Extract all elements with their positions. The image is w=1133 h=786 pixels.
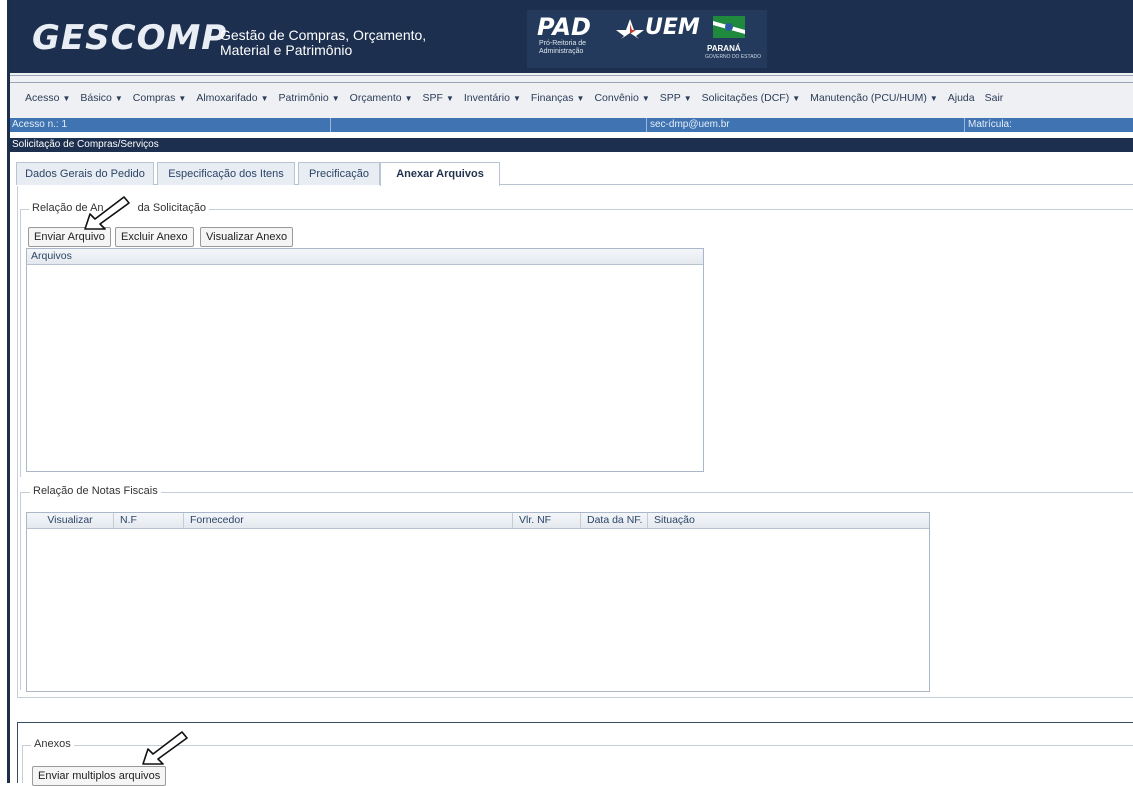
menu-label: Ajuda [947,92,975,104]
menu-orcamento[interactable]: Orçamento ▼ [345,91,418,106]
menu-convenio[interactable]: Convênio ▼ [589,91,654,106]
menu-label: Almoxarifado [196,92,258,104]
notas-fieldset-left [20,492,21,690]
menu-inventario[interactable]: Inventário ▼ [459,91,526,106]
pad-logo-subtitle: Pró-Reitoria de Administração [539,40,587,55]
tab-dados-gerais[interactable]: Dados Gerais do Pedido [16,162,154,185]
anexos-bottom-fieldset-left [22,745,23,783]
caret-down-icon: ▼ [576,94,585,103]
caret-down-icon: ▼ [331,94,340,103]
parana-logo: PARANÁ [707,44,741,53]
tab-anexar-arquivos[interactable]: Anexar Arquivos [380,162,500,186]
menu-spp[interactable]: SPP ▼ [655,91,697,106]
brand-logo: GESCOMP [32,18,228,58]
uem-logo: UEM [645,15,700,40]
tab-bar: Dados Gerais do Pedido Especificação dos… [10,152,1133,186]
legend-text-end: da Solicitação [137,202,207,214]
menu-patrimonio[interactable]: Patrimônio ▼ [274,91,345,106]
col-fornecedor[interactable]: Fornecedor [184,513,513,528]
menu-band: Acesso ▼ Básico ▼ Compras ▼ Almoxarifado ▼ P… [10,70,1133,121]
menu-label: Manutenção (PCU/HUM) [810,92,927,104]
status-matricula: Matrícula: [968,119,1012,130]
menu-basico[interactable]: Básico ▼ [75,91,127,106]
anexos-fieldset-left [20,209,21,477]
status-divider [646,118,647,132]
parana-flag-icon [713,16,745,38]
menu-label: Sair [984,92,1004,104]
arquivos-grid-header: Arquivos [27,249,703,265]
enviar-multiplos-arquivos-button[interactable]: Enviar multiplos arquivos [32,766,167,786]
col-nf[interactable]: N.F [114,513,184,528]
caret-down-icon: ▼ [114,94,123,103]
menu-divider [10,75,1133,83]
col-data-nf[interactable]: Data da NF. [581,513,648,528]
status-email: sec-dmp@uem.br [650,119,730,130]
menu-label: Compras [132,92,176,104]
caret-down-icon: ▼ [445,94,454,103]
menu-sair[interactable]: Sair [980,91,1009,106]
panel-left-border [17,186,18,698]
caret-down-icon: ▼ [792,94,801,103]
brand-tagline: Gestão de Compras, Orçamento, Material e… [220,27,427,58]
menu-almoxarifado[interactable]: Almoxarifado ▼ [191,91,273,106]
notas-fieldset-line [20,492,1133,493]
menu-financas[interactable]: Finanças ▼ [526,91,590,106]
anexos-panel-top [17,722,1133,723]
menu-compras[interactable]: Compras ▼ [128,91,192,106]
menu-label: SPP [659,92,681,104]
col-situacao[interactable]: Situação [648,513,926,528]
menu-label: Solicitações (DCF) [701,92,790,104]
caret-down-icon: ▼ [641,94,650,103]
arrow-pointer-icon [84,196,130,230]
caret-down-icon: ▼ [512,94,521,103]
main-menu: Acesso ▼ Básico ▼ Compras ▼ Almoxarifado ▼ P… [20,91,1008,106]
menu-label: Acesso [25,92,60,104]
menu-label: Orçamento [349,92,402,104]
status-divider [330,118,331,132]
menu-manutencao[interactable]: Manutenção (PCU/HUM) ▼ [805,91,943,106]
uem-star-icon [616,19,644,39]
status-divider [964,118,965,132]
institution-logos: PAD Pró-Reitoria de Administração UEM PA… [527,10,767,68]
caret-down-icon: ▼ [62,94,71,103]
tab-precificacao[interactable]: Precificação [298,162,380,185]
menu-label: Convênio [594,92,639,104]
menu-label: Patrimônio [278,92,329,104]
notas-grid: Visualizar N.F Fornecedor Vlr. NF Data d… [26,512,930,692]
col-arquivos[interactable]: Arquivos [27,250,72,262]
col-vlr-nf[interactable]: Vlr. NF [513,513,581,528]
status-bar: Acesso n.: 1 sec-dmp@uem.br Matrícula: [10,118,1133,132]
menu-solicitacoes-dcf[interactable]: Solicitações (DCF) ▼ [697,91,805,106]
caret-down-icon: ▼ [929,94,938,103]
caret-down-icon: ▼ [683,94,692,103]
notas-legend: Relação de Notas Fiscais [30,485,161,497]
app-header: GESCOMP Gestão de Compras, Orçamento, Ma… [10,0,1133,70]
parana-logo-subtitle: GOVERNO DO ESTADO [705,54,762,60]
tab-especificacao-itens[interactable]: Especificação dos Itens [157,162,295,185]
pad-logo: PAD [537,13,591,41]
form-title: Solicitação de Compras/Serviços [10,138,1133,152]
menu-label: Inventário [463,92,510,104]
anexos-bottom-legend: Anexos [31,738,74,750]
menu-ajuda[interactable]: Ajuda [943,91,980,106]
menu-label: SPF [422,92,443,104]
caret-down-icon: ▼ [178,94,187,103]
arrow-pointer-icon [142,731,188,765]
anexos-panel-left [17,722,18,783]
menu-acesso[interactable]: Acesso ▼ [20,91,75,106]
menu-label: Básico [80,92,112,104]
status-acesso: Acesso n.: 1 [12,119,68,130]
visualizar-anexo-button[interactable]: Visualizar Anexo [200,227,294,247]
col-visualizar[interactable]: Visualizar [27,513,114,528]
arquivos-grid: Arquivos [26,248,704,472]
notas-grid-header: Visualizar N.F Fornecedor Vlr. NF Data d… [27,513,929,529]
panel-bottom-border [17,697,1133,698]
caret-down-icon: ▼ [260,94,269,103]
menu-label: Finanças [530,92,574,104]
caret-down-icon: ▼ [404,94,413,103]
menu-spf[interactable]: SPF ▼ [418,91,459,106]
